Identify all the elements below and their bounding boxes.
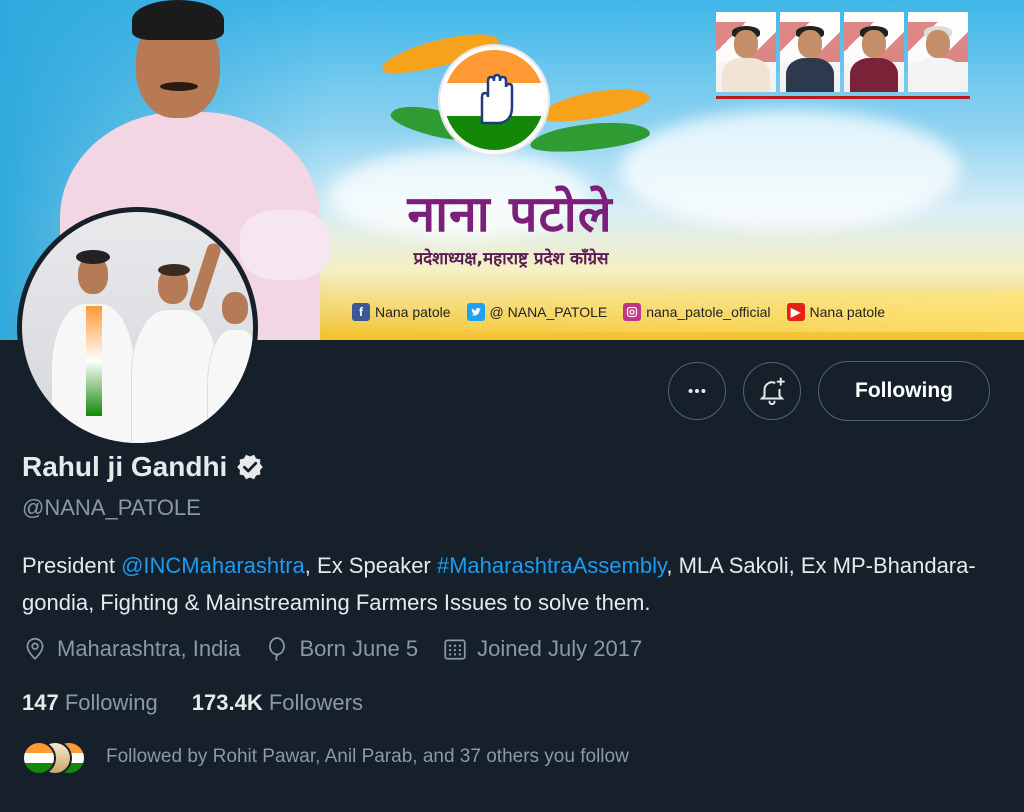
calendar-icon [444,639,466,660]
banner-social-strip: f Nana patole @ NANA_PATOLE nana_patole_… [330,292,1024,332]
leader-portrait [844,12,904,92]
profile-meta-row: Maharashtra, India Born June 5 Joined Ju… [22,636,666,662]
bio-mention-link[interactable]: @INCMaharashtra [121,553,305,578]
twitter-icon [466,303,485,321]
banner-youtube: ▶ Nana patole [786,303,885,321]
followed-by-row[interactable]: Followed by Rohit Pawar, Anil Parab, and… [22,741,629,775]
banner-facebook: f Nana patole [352,303,451,321]
instagram-icon [623,303,642,321]
joined-item: Joined July 2017 [442,636,642,662]
facebook-icon: f [352,303,370,321]
profile-bio: President @INCMaharashtra, Ex Speaker #M… [22,553,976,615]
congress-hand-logo [440,46,548,154]
more-options-button[interactable] [668,362,726,420]
birthday-text: Born June 5 [299,636,419,661]
leader-portrait [908,12,968,92]
bio-hashtag-link[interactable]: #MaharashtraAssembly [437,553,666,578]
following-count-link[interactable]: 147 Following [22,690,158,716]
follower-avatar [22,741,56,775]
notifications-button[interactable] [743,362,801,420]
verified-badge-icon [237,454,264,480]
leader-portrait [780,12,840,92]
banner-twitter: @ NANA_PATOLE [466,303,607,321]
balloon-icon [269,637,286,661]
bell-plus-icon [759,377,785,406]
location-pin-icon [26,637,44,660]
banner-instagram: nana_patole_official [623,303,771,321]
banner-title: नाना पटोले [407,185,613,243]
profile-avatar[interactable] [17,207,258,448]
followed-by-text: Followed by Rohit Pawar, Anil Parab, and… [106,746,629,767]
followers-count-link[interactable]: 173.4K Followers [192,690,363,716]
following-button[interactable]: Following [818,361,990,421]
location-item: Maharashtra, India [22,636,240,662]
location-text: Maharashtra, India [57,636,241,661]
profile-handle: @NANA_PATOLE [22,495,201,520]
profile-name-row: Rahul ji Gandhi [22,451,265,483]
display-name: Rahul ji Gandhi [22,451,228,482]
leader-portrait [716,12,776,92]
followed-by-avatars [22,741,86,775]
follow-stats: 147 Following 173.4K Followers [22,690,363,716]
birthday-item: Born June 5 [264,636,418,662]
banner-subtitle: प्रदेशाध्यक्ष,महाराष्ट्र प्रदेश काँग्रेस [413,249,609,269]
joined-text: Joined July 2017 [477,636,643,661]
more-icon [688,388,706,394]
youtube-icon: ▶ [786,303,805,321]
leaders-photo-strip [716,12,970,99]
